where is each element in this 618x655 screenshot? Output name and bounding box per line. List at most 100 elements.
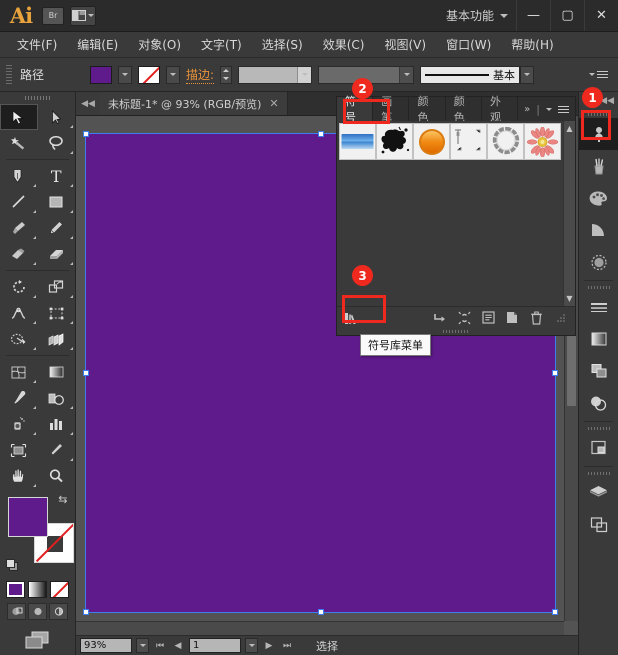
- none-button[interactable]: [50, 581, 69, 598]
- color-button[interactable]: [6, 581, 25, 598]
- tool-blob-brush[interactable]: [0, 241, 38, 267]
- menu-item-file[interactable]: 文件(F): [8, 32, 66, 57]
- tool-eyedropper[interactable]: [0, 385, 38, 411]
- tool-blend[interactable]: [38, 385, 76, 411]
- selection-handle-bc[interactable]: [318, 609, 324, 615]
- brush-definition-dropdown-button[interactable]: [520, 66, 534, 84]
- stroke-color-swatch[interactable]: [138, 66, 160, 84]
- arrange-documents-button[interactable]: [70, 6, 96, 26]
- symbol-pink-flower[interactable]: [524, 123, 561, 160]
- maximize-button[interactable]: ▢: [550, 0, 584, 31]
- dock-grip[interactable]: [579, 469, 618, 477]
- fill-color-swatch[interactable]: [90, 66, 112, 84]
- tab-appearance[interactable]: 外观: [482, 97, 518, 121]
- tool-pen[interactable]: [0, 163, 38, 189]
- tool-width[interactable]: [0, 300, 38, 326]
- dock-item-appearance[interactable]: [579, 246, 618, 278]
- tab-color-guide[interactable]: 颜色: [446, 97, 482, 121]
- resize-grip[interactable]: [548, 309, 572, 327]
- tool-magic-wand[interactable]: [0, 130, 38, 156]
- menu-item-window[interactable]: 窗口(W): [437, 32, 500, 57]
- symbol-ink-splat[interactable]: [376, 123, 413, 160]
- symbol-gray-ring[interactable]: [487, 123, 524, 160]
- symbol-libraries-menu-button[interactable]: [340, 309, 364, 327]
- tool-rectangle[interactable]: [38, 189, 76, 215]
- tab-brushes[interactable]: 画笔: [373, 97, 409, 121]
- tool-hand[interactable]: [0, 463, 38, 489]
- menu-item-effect[interactable]: 效果(C): [314, 32, 374, 57]
- dock-item-stroke[interactable]: [579, 291, 618, 323]
- tool-scale[interactable]: [38, 274, 76, 300]
- tool-artboard[interactable]: [0, 437, 38, 463]
- dock-item-brushes[interactable]: [579, 150, 618, 182]
- dock-item-align[interactable]: [579, 432, 618, 464]
- new-symbol-button[interactable]: [500, 309, 524, 327]
- symbols-panel-scrollbar[interactable]: ▲ ▼: [563, 121, 575, 306]
- dock-item-layers[interactable]: [579, 477, 618, 509]
- place-symbol-instance-button[interactable]: [428, 309, 452, 327]
- tool-direct-selection[interactable]: [38, 104, 76, 130]
- fill-color-box[interactable]: [8, 497, 48, 537]
- dock-grip[interactable]: [579, 424, 618, 432]
- stroke-weight-label[interactable]: 描边:: [186, 66, 214, 84]
- tool-column-graph[interactable]: [38, 411, 76, 437]
- tool-perspective-grid[interactable]: [38, 326, 76, 352]
- close-icon[interactable]: ✕: [269, 97, 278, 110]
- tool-lasso[interactable]: [38, 130, 76, 156]
- artboard-number-input[interactable]: 1: [189, 638, 241, 653]
- stroke-weight-combo[interactable]: [238, 66, 312, 84]
- stroke-weight-stepper[interactable]: [220, 66, 232, 84]
- zoom-level-input[interactable]: 93%: [80, 638, 132, 653]
- first-artboard-button[interactable]: ⏮: [153, 641, 167, 651]
- screen-mode-button[interactable]: [0, 628, 75, 652]
- tool-mesh[interactable]: [0, 359, 38, 385]
- gradient-button[interactable]: [28, 581, 47, 598]
- dock-item-color-guide[interactable]: [579, 214, 618, 246]
- artboard-number-dropdown[interactable]: [245, 638, 258, 653]
- swap-fill-stroke-icon[interactable]: ⇆: [58, 493, 67, 506]
- minimize-button[interactable]: —: [516, 0, 550, 31]
- menu-item-view[interactable]: 视图(V): [375, 32, 435, 57]
- tools-panel-grip[interactable]: [0, 92, 75, 104]
- scroll-down-icon[interactable]: ▼: [564, 293, 575, 304]
- previous-artboard-button[interactable]: ◀: [171, 641, 185, 651]
- stroke-swatch-dropdown[interactable]: [166, 66, 180, 84]
- panel-collapse-left-button[interactable]: ◀◀: [76, 92, 100, 115]
- variable-width-dropdown-button[interactable]: [399, 67, 413, 83]
- delete-symbol-button[interactable]: [524, 309, 548, 327]
- tool-selection[interactable]: [0, 104, 38, 130]
- dock-item-pathfinder[interactable]: [579, 355, 618, 387]
- horizontal-scrollbar[interactable]: [76, 621, 564, 635]
- control-bar-grip[interactable]: [6, 65, 12, 85]
- dock-grip[interactable]: [579, 283, 618, 291]
- draw-inside-icon[interactable]: [49, 603, 68, 620]
- selection-handle-mr[interactable]: [552, 370, 558, 376]
- tool-pencil[interactable]: [38, 215, 76, 241]
- dock-item-transparency[interactable]: [579, 387, 618, 419]
- symbol-options-button[interactable]: [476, 309, 500, 327]
- selection-handle-tc[interactable]: [318, 131, 324, 137]
- selection-handle-ml[interactable]: [83, 370, 89, 376]
- tab-symbols[interactable]: 符号: [337, 97, 373, 121]
- panel-options-icon[interactable]: [558, 106, 569, 113]
- symbol-orange-button[interactable]: [413, 123, 450, 160]
- tool-zoom[interactable]: [38, 463, 76, 489]
- next-artboard-button[interactable]: ▶: [262, 641, 276, 651]
- document-tab[interactable]: 未标题-1* @ 93% (RGB/预览) ✕: [100, 92, 288, 115]
- zoom-level-dropdown[interactable]: [136, 638, 149, 653]
- tab-color[interactable]: 颜色: [409, 97, 445, 121]
- menu-item-object[interactable]: 对象(O): [129, 32, 190, 57]
- selection-handle-br[interactable]: [552, 609, 558, 615]
- tool-line-segment[interactable]: [0, 189, 38, 215]
- default-fill-stroke-icon[interactable]: [6, 559, 20, 573]
- menu-item-help[interactable]: 帮助(H): [502, 32, 562, 57]
- dock-item-gradient[interactable]: [579, 323, 618, 355]
- dock-item-symbols[interactable]: [579, 118, 618, 150]
- bridge-button[interactable]: Br: [42, 7, 64, 25]
- selection-handle-tl[interactable]: [83, 131, 89, 137]
- scroll-up-icon[interactable]: ▲: [564, 123, 575, 134]
- fill-swatch-dropdown[interactable]: [118, 66, 132, 84]
- menu-item-type[interactable]: 文字(T): [192, 32, 251, 57]
- symbol-thin-line-marks[interactable]: [450, 123, 487, 160]
- tool-eraser[interactable]: [38, 241, 76, 267]
